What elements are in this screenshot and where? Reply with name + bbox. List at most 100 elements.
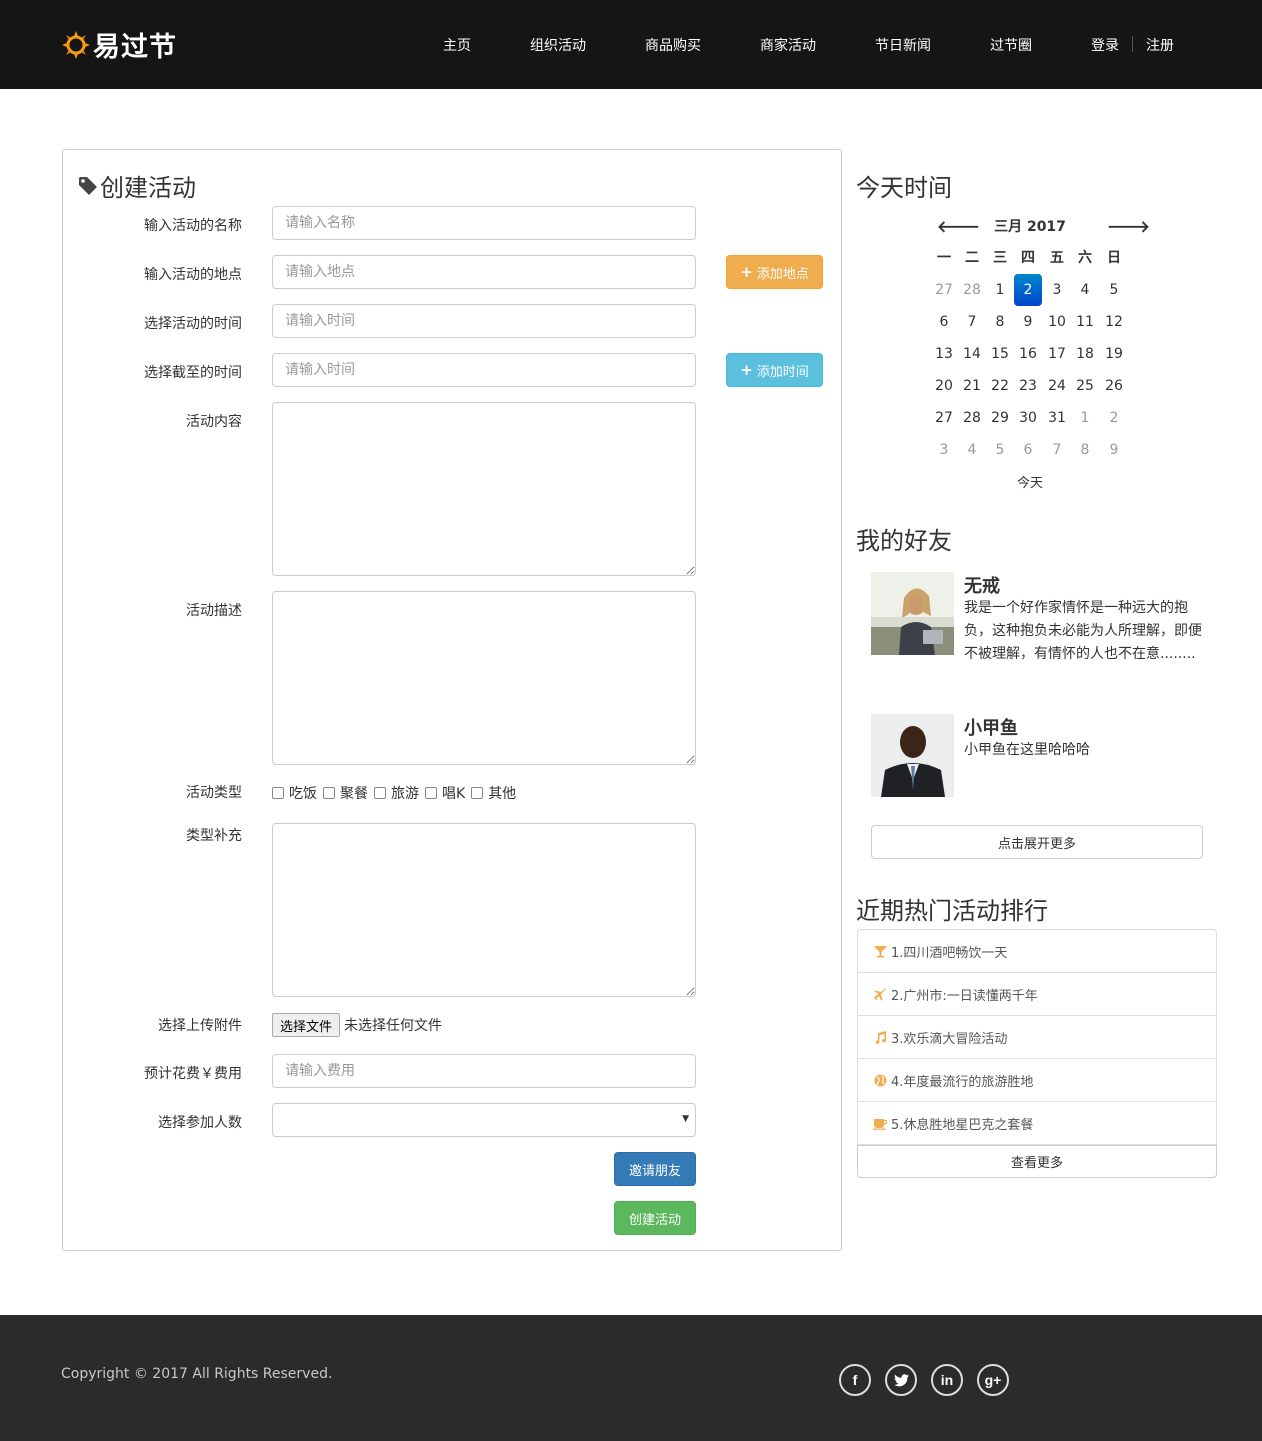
calendar-day[interactable]: 17 bbox=[1043, 338, 1071, 370]
calendar-day[interactable]: 20 bbox=[930, 370, 958, 402]
activity-content-textarea[interactable] bbox=[272, 402, 696, 576]
avatar bbox=[871, 572, 954, 655]
choose-file-button[interactable]: 选择文件 bbox=[272, 1013, 341, 1037]
type-option-travel[interactable]: 旅游 bbox=[374, 783, 419, 803]
checkbox[interactable] bbox=[272, 787, 284, 799]
checkbox[interactable] bbox=[323, 787, 335, 799]
type-option-other[interactable]: 其他 bbox=[471, 783, 516, 803]
calendar-day[interactable]: 11 bbox=[1071, 306, 1099, 338]
hot-activity-item[interactable]: 3.欢乐滴大冒险活动 bbox=[858, 1016, 1216, 1059]
checkbox[interactable] bbox=[374, 787, 386, 799]
calendar-day[interactable]: 4 bbox=[958, 434, 986, 466]
nav-merchant[interactable]: 商家活动 bbox=[760, 35, 816, 55]
type-extra-textarea[interactable] bbox=[272, 823, 696, 997]
calendar-heading: 今天时间 bbox=[856, 174, 952, 202]
calendar-day[interactable]: 19 bbox=[1100, 338, 1128, 370]
calendar-day[interactable]: 23 bbox=[1014, 370, 1042, 402]
calendar-day[interactable]: 18 bbox=[1071, 338, 1099, 370]
friend-name: 无戒 bbox=[964, 576, 1000, 597]
calendar-day[interactable]: 4 bbox=[1071, 274, 1099, 306]
calendar-day[interactable]: 6 bbox=[1014, 434, 1042, 466]
calendar-day[interactable]: 28 bbox=[958, 402, 986, 434]
calendar-day[interactable]: 9 bbox=[1014, 306, 1042, 338]
calendar-day[interactable]: 3 bbox=[930, 434, 958, 466]
calendar-day[interactable]: 6 bbox=[930, 306, 958, 338]
calendar-weekday: 三 bbox=[993, 250, 1007, 266]
calendar-weekday: 五 bbox=[1050, 250, 1064, 266]
calendar-day[interactable]: 29 bbox=[986, 402, 1014, 434]
add-place-button[interactable]: + 添加地点 bbox=[726, 255, 823, 289]
calendar-day[interactable]: 10 bbox=[1043, 306, 1071, 338]
calendar-day[interactable]: 27 bbox=[930, 274, 958, 306]
nav-circle[interactable]: 过节圈 bbox=[990, 35, 1032, 55]
nav-register[interactable]: 注册 bbox=[1146, 35, 1174, 55]
checkbox[interactable] bbox=[425, 787, 437, 799]
calendar-day[interactable]: 27 bbox=[930, 402, 958, 434]
calendar-day[interactable]: 5 bbox=[986, 434, 1014, 466]
expand-friends-button[interactable]: 点击展开更多 bbox=[871, 825, 1203, 859]
linkedin-icon[interactable]: in bbox=[931, 1364, 963, 1396]
calendar-day[interactable]: 14 bbox=[958, 338, 986, 370]
nav-shop[interactable]: 商品购买 bbox=[645, 35, 701, 55]
calendar-day[interactable]: 5 bbox=[1100, 274, 1128, 306]
calendar-day[interactable]: 21 bbox=[958, 370, 986, 402]
brand-logo[interactable]: 易过节 bbox=[61, 25, 177, 64]
calendar-day[interactable]: 22 bbox=[986, 370, 1014, 402]
hot-activity-item[interactable]: 1.四川酒吧畅饮一天 bbox=[858, 930, 1216, 973]
calendar-day[interactable]: 28 bbox=[958, 274, 986, 306]
calendar-day-selected[interactable]: 2 bbox=[1014, 274, 1042, 306]
calendar-today-button[interactable]: 今天 bbox=[930, 472, 1130, 491]
add-time-button[interactable]: + 添加时间 bbox=[726, 353, 823, 387]
add-place-label: 添加地点 bbox=[756, 266, 809, 282]
calendar-day[interactable]: 2 bbox=[1100, 402, 1128, 434]
type-option-eat[interactable]: 吃饭 bbox=[272, 783, 317, 803]
calendar-day[interactable]: 7 bbox=[1043, 434, 1071, 466]
view-more-hot-button[interactable]: 查看更多 bbox=[857, 1145, 1217, 1178]
invite-friends-button[interactable]: 邀请朋友 bbox=[614, 1152, 696, 1186]
plus-icon: + bbox=[740, 361, 753, 379]
nav-news[interactable]: 节日新闻 bbox=[875, 35, 931, 55]
calendar-day[interactable]: 9 bbox=[1100, 434, 1128, 466]
hot-activity-item[interactable]: 5.休息胜地星巴克之套餐 bbox=[858, 1102, 1216, 1145]
calendar-day[interactable]: 16 bbox=[1014, 338, 1042, 370]
hot-activity-item[interactable]: 4.年度最流行的旅游胜地 bbox=[858, 1059, 1216, 1102]
twitter-icon[interactable] bbox=[885, 1364, 917, 1396]
calendar-day[interactable]: 8 bbox=[986, 306, 1014, 338]
start-time-input[interactable] bbox=[272, 304, 696, 338]
nav-organize[interactable]: 组织活动 bbox=[530, 35, 586, 55]
hot-activity-text: 4.年度最流行的旅游胜地 bbox=[891, 1074, 1034, 1090]
cost-input[interactable] bbox=[272, 1054, 696, 1088]
type-option-party[interactable]: 聚餐 bbox=[323, 783, 368, 803]
activity-place-input[interactable] bbox=[272, 255, 696, 289]
activity-description-textarea[interactable] bbox=[272, 591, 696, 765]
activity-name-input[interactable] bbox=[272, 206, 696, 240]
avatar bbox=[871, 714, 954, 797]
calendar-day[interactable]: 24 bbox=[1043, 370, 1071, 402]
calendar-day[interactable]: 1 bbox=[986, 274, 1014, 306]
calendar-day[interactable]: 7 bbox=[958, 306, 986, 338]
google-plus-icon[interactable]: g+ bbox=[977, 1364, 1009, 1396]
calendar-day[interactable]: 25 bbox=[1071, 370, 1099, 402]
create-activity-button[interactable]: 创建活动 bbox=[614, 1201, 696, 1235]
facebook-icon[interactable]: f bbox=[839, 1364, 871, 1396]
calendar-day[interactable]: 15 bbox=[986, 338, 1014, 370]
nav-login[interactable]: 登录 bbox=[1091, 35, 1119, 55]
checkbox[interactable] bbox=[471, 787, 484, 799]
calendar-day[interactable]: 8 bbox=[1071, 434, 1099, 466]
calendar-day[interactable]: 13 bbox=[930, 338, 958, 370]
calendar-day[interactable]: 30 bbox=[1014, 402, 1042, 434]
hot-activity-item[interactable]: 2.广州市:一日读懂两千年 bbox=[858, 973, 1216, 1016]
calendar-day[interactable]: 26 bbox=[1100, 370, 1128, 402]
end-time-input[interactable] bbox=[272, 353, 696, 387]
file-upload: 选择文件 未选择任何文件 bbox=[272, 1013, 442, 1037]
arrow-right-icon[interactable]: 🡒 bbox=[1107, 216, 1150, 236]
calendar-month-title[interactable]: 三月 2017 bbox=[930, 216, 1130, 236]
people-count-select[interactable]: ▼ bbox=[272, 1103, 696, 1137]
type-option-karaoke[interactable]: 唱K bbox=[425, 783, 465, 803]
nav-home[interactable]: 主页 bbox=[443, 35, 471, 55]
calendar-day[interactable]: 1 bbox=[1071, 402, 1099, 434]
top-navbar: 易过节 主页 组织活动 商品购买 商家活动 节日新闻 过节圈 登录 注册 bbox=[0, 0, 1262, 89]
calendar-day[interactable]: 3 bbox=[1043, 274, 1071, 306]
calendar-day[interactable]: 12 bbox=[1100, 306, 1128, 338]
calendar-day[interactable]: 31 bbox=[1043, 402, 1071, 434]
